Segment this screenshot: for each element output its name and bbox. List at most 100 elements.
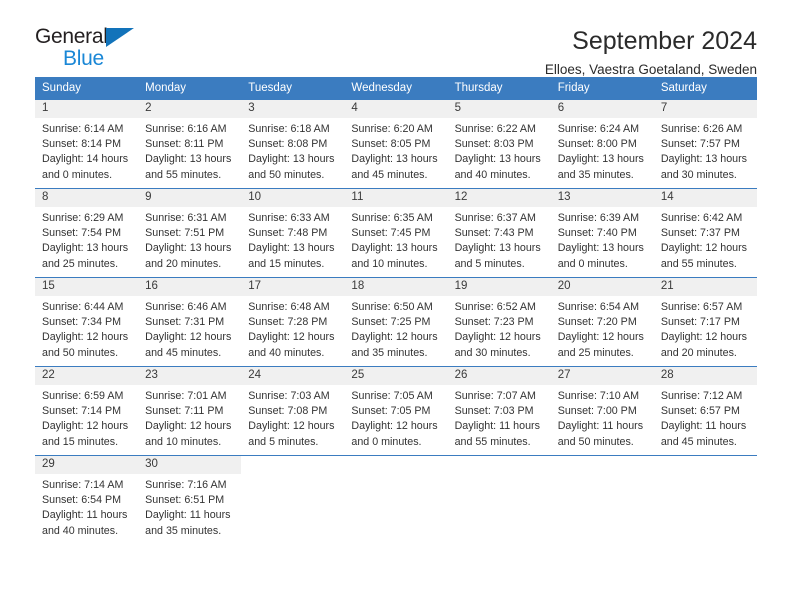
calendar-day-cell[interactable]: 5 Sunrise: 6:22 AM Sunset: 8:03 PM Daylight… <box>447 99 551 189</box>
sunset-text: Sunset: 7:45 PM <box>351 227 431 240</box>
day-details: Sunrise: 6:50 AM Sunset: 7:25 PM Daylight:… <box>344 296 447 361</box>
day-cell-content: 23 Sunrise: 7:01 AM Sunset: 7:11 PM Dayligh… <box>138 367 242 450</box>
calendar-day-cell[interactable]: 27 Sunrise: 7:10 AM Sunset: 7:00 PM Dayligh… <box>550 366 654 456</box>
calendar-day-cell[interactable]: 30 Sunrise: 7:16 AM Sunset: 6:51 PM Dayligh… <box>138 455 242 540</box>
day-cell-content: 24 Sunrise: 7:03 AM Sunset: 7:08 PM Dayligh… <box>241 367 345 450</box>
calendar-day-cell[interactable]: 22 Sunrise: 6:59 AM Sunset: 7:14 PM Dayligh… <box>35 366 139 456</box>
sunset-text: Sunset: 7:23 PM <box>454 316 534 329</box>
calendar-day-cell[interactable]: 12 Sunrise: 6:37 AM Sunset: 7:43 PM Dayligh… <box>447 188 551 278</box>
calendar-day-cell[interactable]: 1 Sunrise: 6:14 AM Sunset: 8:14 PM Daylight… <box>35 99 139 189</box>
calendar-day-cell[interactable]: 17 Sunrise: 6:48 AM Sunset: 7:28 PM Dayligh… <box>241 277 345 367</box>
calendar-day-cell[interactable]: 16 Sunrise: 6:46 AM Sunset: 7:31 PM Dayligh… <box>138 277 242 367</box>
calendar-day-cell[interactable]: 10 Sunrise: 6:33 AM Sunset: 7:48 PM Dayligh… <box>241 188 345 278</box>
calendar-day-cell[interactable]: 2 Sunrise: 6:16 AM Sunset: 8:11 PM Daylight… <box>138 99 242 189</box>
day-number: 6 <box>550 100 654 118</box>
calendar-day-cell[interactable]: 25 Sunrise: 7:05 AM Sunset: 7:05 PM Dayligh… <box>344 366 448 456</box>
day-details: Sunrise: 6:29 AM Sunset: 7:54 PM Daylight:… <box>35 207 138 272</box>
calendar-day-cell <box>241 455 345 540</box>
generalblue-logo: General Blue <box>35 26 145 72</box>
day-details: Sunrise: 6:57 AM Sunset: 7:17 PM Daylight:… <box>654 296 757 361</box>
sunrise-text: Sunrise: 6:54 AM <box>557 301 640 313</box>
day-number <box>344 456 448 474</box>
day-details: Sunrise: 6:16 AM Sunset: 8:11 PM Daylight:… <box>138 118 241 183</box>
calendar-week-row: 8 Sunrise: 6:29 AM Sunset: 7:54 PM Daylight… <box>35 188 757 278</box>
day-number: 18 <box>344 278 448 296</box>
sunset-text: Sunset: 7:17 PM <box>660 316 740 329</box>
calendar-day-cell[interactable]: 4 Sunrise: 6:20 AM Sunset: 8:05 PM Daylight… <box>344 99 448 189</box>
day-cell-content: 20 Sunrise: 6:54 AM Sunset: 7:20 PM Dayligh… <box>550 278 654 361</box>
day-cell-content: 30 Sunrise: 7:16 AM Sunset: 6:51 PM Dayligh… <box>138 456 242 539</box>
weekday-header-tuesday: Tuesday <box>241 77 345 100</box>
calendar-day-cell <box>550 455 654 540</box>
day-number: 14 <box>653 189 757 207</box>
calendar-header-row: Sunday Monday Tuesday Wednesday Thursday… <box>35 77 757 100</box>
calendar-day-cell[interactable]: 6 Sunrise: 6:24 AM Sunset: 8:00 PM Daylight… <box>550 99 654 189</box>
daylight-text: Daylight: 12 hours and 35 minutes. <box>351 331 438 359</box>
sunset-text: Sunset: 7:37 PM <box>660 227 740 240</box>
day-details: Sunrise: 7:03 AM Sunset: 7:08 PM Daylight:… <box>241 385 344 450</box>
daylight-text: Daylight: 12 hours and 15 minutes. <box>42 420 129 448</box>
day-details: Sunrise: 6:59 AM Sunset: 7:14 PM Daylight:… <box>35 385 138 450</box>
day-cell-content: 12 Sunrise: 6:37 AM Sunset: 7:43 PM Dayligh… <box>447 189 551 272</box>
daylight-text: Daylight: 12 hours and 20 minutes. <box>660 331 747 359</box>
sunrise-text: Sunrise: 7:01 AM <box>145 390 227 402</box>
day-cell-content: 22 Sunrise: 6:59 AM Sunset: 7:14 PM Dayligh… <box>35 367 139 450</box>
weekday-header-saturday: Saturday <box>653 77 757 100</box>
sunrise-text: Sunrise: 7:07 AM <box>454 390 536 402</box>
page-title: September 2024 <box>572 27 757 55</box>
weekday-header-friday: Friday <box>550 77 654 100</box>
daylight-text: Daylight: 13 hours and 40 minutes. <box>454 153 541 181</box>
day-cell-content: 25 Sunrise: 7:05 AM Sunset: 7:05 PM Dayligh… <box>344 367 448 450</box>
calendar-day-cell[interactable]: 11 Sunrise: 6:35 AM Sunset: 7:45 PM Dayligh… <box>344 188 448 278</box>
sunrise-text: Sunrise: 6:26 AM <box>660 123 743 135</box>
day-number: 22 <box>35 367 139 385</box>
day-details: Sunrise: 6:31 AM Sunset: 7:51 PM Daylight:… <box>138 207 241 272</box>
calendar-day-cell[interactable]: 26 Sunrise: 7:07 AM Sunset: 7:03 PM Dayligh… <box>447 366 551 456</box>
sunrise-text: Sunrise: 6:14 AM <box>42 123 124 135</box>
calendar-day-cell[interactable]: 13 Sunrise: 6:39 AM Sunset: 7:40 PM Dayligh… <box>550 188 654 278</box>
day-cell-content: 9 Sunrise: 6:31 AM Sunset: 7:51 PM Daylight… <box>138 189 242 272</box>
day-number: 27 <box>550 367 654 385</box>
calendar-day-cell[interactable]: 20 Sunrise: 6:54 AM Sunset: 7:20 PM Dayligh… <box>550 277 654 367</box>
daylight-text: Daylight: 13 hours and 30 minutes. <box>660 153 747 181</box>
sunset-text: Sunset: 7:31 PM <box>145 316 225 329</box>
calendar-day-cell[interactable]: 15 Sunrise: 6:44 AM Sunset: 7:34 PM Dayligh… <box>35 277 139 367</box>
sunrise-text: Sunrise: 7:16 AM <box>145 479 227 491</box>
calendar-day-cell[interactable]: 7 Sunrise: 6:26 AM Sunset: 7:57 PM Daylight… <box>653 99 757 189</box>
calendar-day-cell[interactable]: 14 Sunrise: 6:42 AM Sunset: 7:37 PM Dayligh… <box>653 188 757 278</box>
day-cell-content: 21 Sunrise: 6:57 AM Sunset: 7:17 PM Dayligh… <box>653 278 757 361</box>
calendar-day-cell[interactable]: 29 Sunrise: 7:14 AM Sunset: 6:54 PM Dayligh… <box>35 455 139 540</box>
sunset-text: Sunset: 7:00 PM <box>557 405 637 418</box>
day-number: 10 <box>241 189 345 207</box>
daylight-text: Daylight: 13 hours and 15 minutes. <box>248 242 335 270</box>
day-cell-content: 18 Sunrise: 6:50 AM Sunset: 7:25 PM Dayligh… <box>344 278 448 361</box>
calendar-day-cell[interactable]: 23 Sunrise: 7:01 AM Sunset: 7:11 PM Dayligh… <box>138 366 242 456</box>
day-details: Sunrise: 6:37 AM Sunset: 7:43 PM Daylight:… <box>448 207 551 272</box>
day-details: Sunrise: 7:16 AM Sunset: 6:51 PM Daylight:… <box>138 474 241 539</box>
calendar-day-cell <box>447 455 551 540</box>
sunset-text: Sunset: 7:54 PM <box>42 227 122 240</box>
calendar-day-cell[interactable]: 21 Sunrise: 6:57 AM Sunset: 7:17 PM Dayligh… <box>653 277 757 367</box>
day-number: 26 <box>447 367 551 385</box>
calendar-day-cell[interactable]: 8 Sunrise: 6:29 AM Sunset: 7:54 PM Daylight… <box>35 188 139 278</box>
day-number: 28 <box>653 367 757 385</box>
day-cell-content <box>447 456 551 474</box>
day-details: Sunrise: 6:48 AM Sunset: 7:28 PM Daylight:… <box>241 296 344 361</box>
day-details: Sunrise: 6:52 AM Sunset: 7:23 PM Daylight:… <box>448 296 551 361</box>
day-details: Sunrise: 6:44 AM Sunset: 7:34 PM Daylight:… <box>35 296 138 361</box>
calendar-day-cell[interactable]: 28 Sunrise: 7:12 AM Sunset: 6:57 PM Dayligh… <box>653 366 757 456</box>
sunset-text: Sunset: 8:05 PM <box>351 138 431 151</box>
calendar-day-cell[interactable]: 24 Sunrise: 7:03 AM Sunset: 7:08 PM Dayligh… <box>241 366 345 456</box>
day-cell-content: 10 Sunrise: 6:33 AM Sunset: 7:48 PM Dayligh… <box>241 189 345 272</box>
calendar-day-cell[interactable]: 19 Sunrise: 6:52 AM Sunset: 7:23 PM Dayligh… <box>447 277 551 367</box>
sunset-text: Sunset: 8:14 PM <box>42 138 122 151</box>
calendar-day-cell[interactable]: 18 Sunrise: 6:50 AM Sunset: 7:25 PM Dayligh… <box>344 277 448 367</box>
sunrise-text: Sunrise: 6:24 AM <box>557 123 640 135</box>
calendar-day-cell[interactable]: 3 Sunrise: 6:18 AM Sunset: 8:08 PM Daylight… <box>241 99 345 189</box>
sunrise-text: Sunrise: 6:42 AM <box>660 212 743 224</box>
sunrise-text: Sunrise: 6:39 AM <box>557 212 640 224</box>
sunset-text: Sunset: 8:00 PM <box>557 138 637 151</box>
sunset-text: Sunset: 7:25 PM <box>351 316 431 329</box>
calendar-body: 1 Sunrise: 6:14 AM Sunset: 8:14 PM Daylight… <box>35 99 757 540</box>
calendar-day-cell[interactable]: 9 Sunrise: 6:31 AM Sunset: 7:51 PM Daylight… <box>138 188 242 278</box>
